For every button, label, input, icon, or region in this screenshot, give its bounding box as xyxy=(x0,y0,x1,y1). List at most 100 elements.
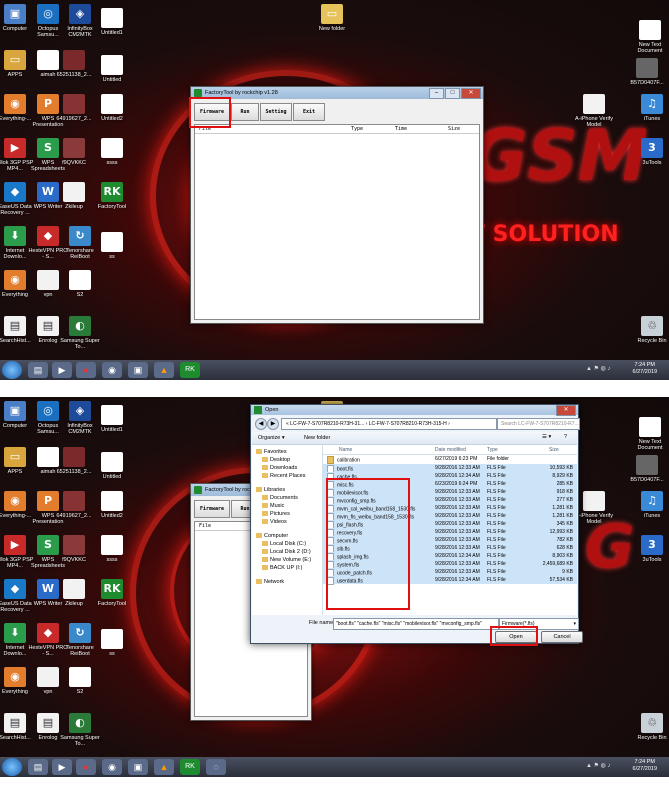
desktop-icon[interactable]: ♲ Recycle Bin xyxy=(632,316,669,344)
media-task-icon[interactable]: ▶ xyxy=(52,362,72,378)
desktop-icon[interactable]: f9QVKKC xyxy=(54,138,94,166)
nav-item[interactable]: Network xyxy=(256,579,284,585)
back-button[interactable]: ◀ xyxy=(255,418,267,430)
vlc-task-icon[interactable]: ▲ xyxy=(154,362,174,378)
desktop-icon[interactable]: Untitled2 xyxy=(92,94,132,122)
desktop-icon[interactable]: ◐ Samsung Super To... xyxy=(60,316,100,350)
help-icon[interactable]: ? xyxy=(564,434,567,440)
desktop-icon[interactable]: Untitled1 xyxy=(92,8,132,36)
desktop-icon[interactable]: ♫ iTunes xyxy=(632,94,669,122)
clock[interactable]: 7:24 PM 6/27/2019 xyxy=(633,759,657,773)
chrome-task-icon[interactable]: ● xyxy=(76,362,96,378)
nav-item[interactable]: Downloads xyxy=(262,465,297,471)
nav-item[interactable]: BACK UP (I:) xyxy=(262,565,302,571)
desktop-icon[interactable]: A-iPhone Verify Model xyxy=(574,94,614,128)
factorytool-task-icon[interactable]: RK xyxy=(180,759,200,775)
desktop-icon[interactable]: New Text Document xyxy=(630,20,669,54)
factorytool-task-icon[interactable]: RK xyxy=(180,362,200,378)
desktop-icon[interactable]: ss xyxy=(92,232,132,260)
col-type[interactable]: Type xyxy=(351,126,363,132)
desktop-icon[interactable]: Untitled2 xyxy=(92,491,132,519)
col-time[interactable]: Time xyxy=(395,126,407,132)
col-file[interactable]: File xyxy=(199,523,211,529)
col-size[interactable]: Size xyxy=(448,126,460,132)
nav-item[interactable]: Local Disk 2 (D:) xyxy=(262,549,311,555)
app2-task-icon[interactable]: ▣ xyxy=(128,362,148,378)
desktop-icon[interactable]: ◐ Samsung Super To... xyxy=(60,713,100,747)
nav-item[interactable]: Music xyxy=(262,503,284,509)
filename-input[interactable]: "boot.fls" "cache.fls" "misc.fls" "mobil… xyxy=(333,618,499,630)
explorer-task-icon[interactable]: ▤ xyxy=(28,759,48,775)
nav-item[interactable]: Computer xyxy=(256,533,288,539)
nav-item[interactable]: Documents xyxy=(262,495,298,501)
desktop-icon[interactable]: RK FactoryTool xyxy=(92,579,132,607)
desktop-icon[interactable]: 64919627_2... xyxy=(54,491,94,519)
desktop-icon[interactable]: Zkileup xyxy=(54,579,94,607)
desktop-icon[interactable]: ♲ Recycle Bin xyxy=(632,713,669,741)
nav-item[interactable]: Videos xyxy=(262,519,287,525)
vlc-task-icon[interactable]: ▲ xyxy=(154,759,174,775)
file-row[interactable]: boot.fls 9/28/2016 12:33 AM FLS File 10,593… xyxy=(323,464,577,473)
col-type[interactable]: Type xyxy=(487,447,498,453)
clock[interactable]: 7:24 PM 6/27/2019 xyxy=(633,362,657,376)
desktop-icon[interactable]: A-iPhone Verify Model xyxy=(574,491,614,525)
desktop-icon[interactable]: ssss xyxy=(92,535,132,563)
col-date[interactable]: Date modified xyxy=(435,447,466,453)
address-bar[interactable]: « LC-FW-7-S707R8210-R73H-31... › LC-FW-7… xyxy=(281,418,497,430)
nav-item[interactable]: Local Disk (C:) xyxy=(262,541,306,547)
desktop-icon[interactable]: S2 xyxy=(60,667,100,695)
maximize-button[interactable]: □ xyxy=(445,88,460,99)
desktop-icon[interactable]: Untitled xyxy=(92,452,132,480)
desktop-icon[interactable]: 3 3uTools xyxy=(632,535,669,563)
explorer-task-icon[interactable]: ▤ xyxy=(28,362,48,378)
organize-button[interactable]: Organize ▾ xyxy=(258,435,285,441)
new-folder-button[interactable]: New folder xyxy=(304,435,330,441)
start-button[interactable] xyxy=(2,361,22,379)
app2-task-icon[interactable]: ▣ xyxy=(128,759,148,775)
nav-item[interactable]: Libraries xyxy=(256,487,285,493)
nav-item[interactable]: Favorites xyxy=(256,449,287,455)
view-icon[interactable]: ☰ ▾ xyxy=(542,434,551,440)
desktop-icon[interactable]: Untitled1 xyxy=(92,405,132,433)
desktop-icon[interactable]: f9QVKKC xyxy=(54,535,94,563)
desktop-icon[interactable]: B57D0407F... xyxy=(627,455,667,483)
desktop-icon[interactable]: S2 xyxy=(60,270,100,298)
nav-item[interactable]: Recent Places xyxy=(262,473,305,479)
app3-task-icon[interactable]: ◌ xyxy=(206,759,226,775)
chrome-task-icon[interactable]: ● xyxy=(76,759,96,775)
tray-icons[interactable]: ▲ ⚑ ◍ ♪ xyxy=(586,762,611,769)
search-input[interactable]: Search LC-FW-7-S707R8210-R7... xyxy=(497,418,580,430)
tray-icons[interactable]: ▲ ⚑ ◍ ♪ xyxy=(586,365,611,372)
start-button[interactable] xyxy=(2,758,22,776)
app-task-icon[interactable]: ◉ xyxy=(102,362,122,378)
nav-item[interactable]: New Volume (E:) xyxy=(262,557,311,563)
minimize-button[interactable]: – xyxy=(429,88,444,99)
col-name[interactable]: Name xyxy=(339,447,352,453)
desktop-icon[interactable]: 65251138_2... xyxy=(54,447,94,475)
desktop-icon[interactable]: 64919627_2... xyxy=(54,94,94,122)
app-task-icon[interactable]: ◉ xyxy=(102,759,122,775)
run-button[interactable]: Run xyxy=(231,103,259,121)
desktop-icon[interactable]: RK FactoryTool xyxy=(92,182,132,210)
desktop-icon[interactable]: ♫ iTunes xyxy=(632,491,669,519)
desktop-icon[interactable]: New Text Document xyxy=(630,417,669,451)
desktop-icon[interactable]: 65251138_2... xyxy=(54,50,94,78)
desktop-icon[interactable]: Zkileup xyxy=(54,182,94,210)
nav-item[interactable]: Desktop xyxy=(262,457,290,463)
file-list[interactable]: File Type Time Size xyxy=(194,124,480,320)
firmware-button[interactable]: Firmware xyxy=(194,500,230,518)
desktop-icon[interactable]: ssss xyxy=(92,138,132,166)
close-button[interactable]: ✕ xyxy=(556,405,576,416)
col-size[interactable]: Size xyxy=(549,447,559,453)
desktop-icon[interactable]: 3 3uTools xyxy=(632,138,669,166)
open-dialog-titlebar[interactable]: Open ✕ xyxy=(251,405,578,416)
desktop-icon[interactable]: ▭ New folder xyxy=(312,4,352,32)
desktop-icon[interactable]: B57D0407F... xyxy=(627,58,667,86)
folder-row[interactable]: calibration 6/27/2019 6:23 PM File folde… xyxy=(323,455,577,464)
desktop-icon[interactable]: Untitled xyxy=(92,55,132,83)
nav-item[interactable]: Pictures xyxy=(262,511,290,517)
cancel-button[interactable]: Cancel xyxy=(541,631,583,643)
desktop-icon[interactable]: ss xyxy=(92,629,132,657)
factory-tool-titlebar[interactable]: FactoryTool by rockchip v1.28 – □ ✕ xyxy=(191,87,483,99)
close-button[interactable]: ✕ xyxy=(461,88,481,99)
